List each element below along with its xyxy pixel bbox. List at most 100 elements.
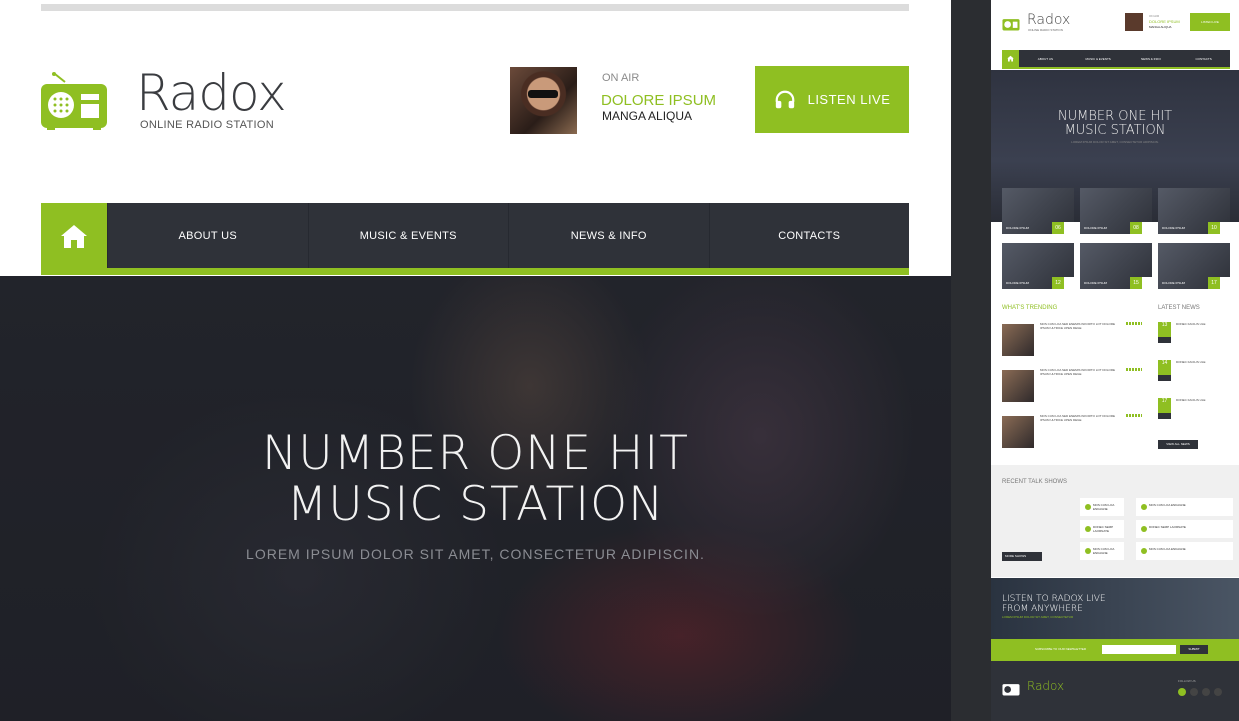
thumb-trending-title: WHAT'S TRENDING [1002,305,1058,311]
tile-caption: DOLORE IPSUM [1006,281,1030,285]
tile-caption: DOLORE IPSUM [1162,226,1186,230]
thumb-nav-item: CONTACTS [1195,56,1212,61]
thumb-tile: DOLORE IPSUM 06 [1002,188,1074,234]
facebook-icon [1178,688,1186,696]
thumb-subscribe-text: SUBSCRIBE TO OUR NEWSLETTER [1035,647,1087,651]
talk-card-text: DONEC SEMP LAORNATE [1149,525,1186,529]
news-day: 14 [1158,360,1171,375]
thumb-tile: DOLORE IPSUM 12 [1002,243,1074,289]
thumb-listen-live-button: LISTEN LIVE [1190,13,1230,31]
talk-card-text: MOS CUM LOA ENKAGNE [1149,547,1186,551]
listen-live-label: LISTEN LIVE [807,92,891,107]
nav-home-button[interactable] [41,203,107,268]
talk-card-text: DONEC SEMP LAORNATE [1093,525,1114,533]
radio-logo-icon [41,72,107,130]
instagram-icon [1214,688,1222,696]
tile-number: 12 [1052,277,1064,289]
promo-line-2: FROM ANYWHERE [1002,604,1083,614]
play-icon [1141,504,1147,510]
thumb-trending-item: MOS CUM LOA SED ENEMIS INKORTO LOT DOLOR… [1002,320,1142,356]
hero-subtitle: LOREM IPSUM DOLOR SIT AMET, CONSECTETUR … [246,546,705,562]
thumb-talk-shows: RECENT TALK SHOWS MOS CUM LOA ENKAGNE MO… [991,465,1239,577]
talk-card: DONEC SEMP LAORNATE [1136,520,1233,538]
thumb-on-air-label: ON AIR [1149,14,1160,18]
trending-text: MOS CUM LOA SED ENEMIS INKORTO LOT DOLOR… [1040,368,1116,376]
thumb-hero-subtitle: LOREM IPSUM DOLOR SIT AMET, CONSECTETUR … [1071,140,1159,144]
talk-card-text: MOS CUM LOA ENKAGNE [1093,547,1115,555]
main-preview: Radox ONLINE RADIO STATION ON AIR DOLORE… [0,0,951,721]
news-month [1158,337,1171,343]
thumb-footer-brand: Radox [1027,679,1065,693]
thumb-nav-item: MUSIC & EVENTS [1085,56,1111,61]
stars-icon [1126,322,1142,325]
thumb-nav-item: NEWS & INFO [1140,56,1161,61]
news-day: 13 [1158,322,1171,337]
play-icon [1141,526,1147,532]
nav-item-contacts[interactable]: CONTACTS [708,203,910,268]
headphones-icon [775,90,794,108]
nav-item-about-us[interactable]: ABOUT US [107,203,308,268]
thumb-news-item: 13 DONEC FACILIS ULE [1158,322,1233,352]
tile-number: 06 [1052,222,1064,234]
thumb-tile: DOLORE IPSUM 08 [1080,188,1152,234]
nav-item-music-events[interactable]: MUSIC & EVENTS [307,203,509,268]
dj-avatar [510,67,577,134]
tile-number: 08 [1130,222,1142,234]
talk-card: DONEC SEMP LAORNATE [1080,520,1124,538]
talk-card-text: MOS CUM LOA ENKAGNE [1149,503,1186,507]
thumb-brand-name: Radox [1027,12,1071,28]
trending-thumb [1002,370,1034,402]
thumb-email-input [1102,645,1176,654]
thumb-nav-accent [1002,67,1230,69]
thumb-follow-label: FOLLOW US [1178,679,1196,683]
thumb-submit-button: SUBMIT [1180,645,1208,654]
promo-line-1: LISTEN TO RADOX LIVE [1002,594,1106,604]
tile-number: 17 [1208,277,1220,289]
talk-card: MOS CUM LOA ENKAGNE [1080,498,1124,516]
thumb-brand-tagline: ONLINE RADIO STATION [1028,28,1063,32]
hero-banner: NUMBER ONE HIT MUSIC STATION LOREM IPSUM… [0,276,951,721]
brand-name[interactable]: Radox [136,64,287,122]
thumb-home-icon [1002,50,1019,67]
on-air-show: MANGA ALIQUA [602,109,693,123]
thumb-footer-logo-icon [1002,684,1020,696]
twitter-icon [1190,688,1198,696]
file-icon [1064,277,1074,289]
thumb-header: Radox ONLINE RADIO STATION ON AIR DOLORE… [991,0,1239,50]
tile-caption: DOLORE IPSUM [1084,226,1108,230]
hero-title-line-1: NUMBER ONE HIT [262,426,689,481]
on-air-host[interactable]: DOLORE IPSUM [601,92,716,109]
main-nav: ABOUT US MUSIC & EVENTS NEWS & INFO CONT… [41,203,909,268]
thumb-talk-title: RECENT TALK SHOWS [1002,479,1068,485]
tile-caption: DOLORE IPSUM [1162,281,1186,285]
nav-item-news-info[interactable]: NEWS & INFO [508,203,709,268]
tile-number: 10 [1208,222,1220,234]
thumb-view-all-button: VIEW ALL NEWS [1158,440,1198,449]
thumb-latest-news-title: LATEST NEWS [1158,305,1200,311]
thumb-tile: DOLORE IPSUM 10 [1158,188,1230,234]
thumb-nav-item: ABOUT US [1037,56,1054,61]
on-air-label: ON AIR [602,72,640,84]
trending-thumb [1002,416,1034,448]
thumb-trending-item: MOS CUM LOA SED ENEMIS INKORTO LOT DOLOR… [1002,366,1142,402]
talk-card: MOS CUM LOA ENKAGNE [1080,542,1124,560]
thumb-subscribe-bar: SUBSCRIBE TO OUR NEWSLETTER SUBMIT [991,639,1239,661]
trending-text: MOS CUM LOA SED ENEMIS INKORTO LOT DOLOR… [1040,414,1116,422]
nav-accent-bar [41,268,909,275]
thumb-tile: DOLORE IPSUM 17 [1158,243,1230,289]
thumb-footer: Radox FOLLOW US [991,661,1239,721]
trending-thumb [1002,324,1034,356]
thumb-dj-avatar [1125,13,1143,31]
thumb-promo-sub: LOREM IPSUM DOLOR SIT AMET, CONSECTETUR [1002,615,1074,619]
listen-live-button[interactable]: LISTEN LIVE [755,66,909,133]
thumb-more-shows-button: MORE SHOWS [1002,552,1042,561]
file-icon [1142,222,1152,234]
tile-caption: DOLORE IPSUM [1006,226,1030,230]
news-title: DONEC FACILIS ULE [1176,398,1206,402]
tile-caption: DOLORE IPSUM [1084,281,1108,285]
full-page-thumbnail: Radox ONLINE RADIO STATION ON AIR DOLORE… [991,0,1239,721]
news-day: 17 [1158,398,1171,413]
google-plus-icon [1202,688,1210,696]
thumb-on-air-show: MANGA ALIQUA [1149,25,1172,29]
thumb-promo: LISTEN TO RADOX LIVE FROM ANYWHERE LOREM… [991,578,1239,639]
